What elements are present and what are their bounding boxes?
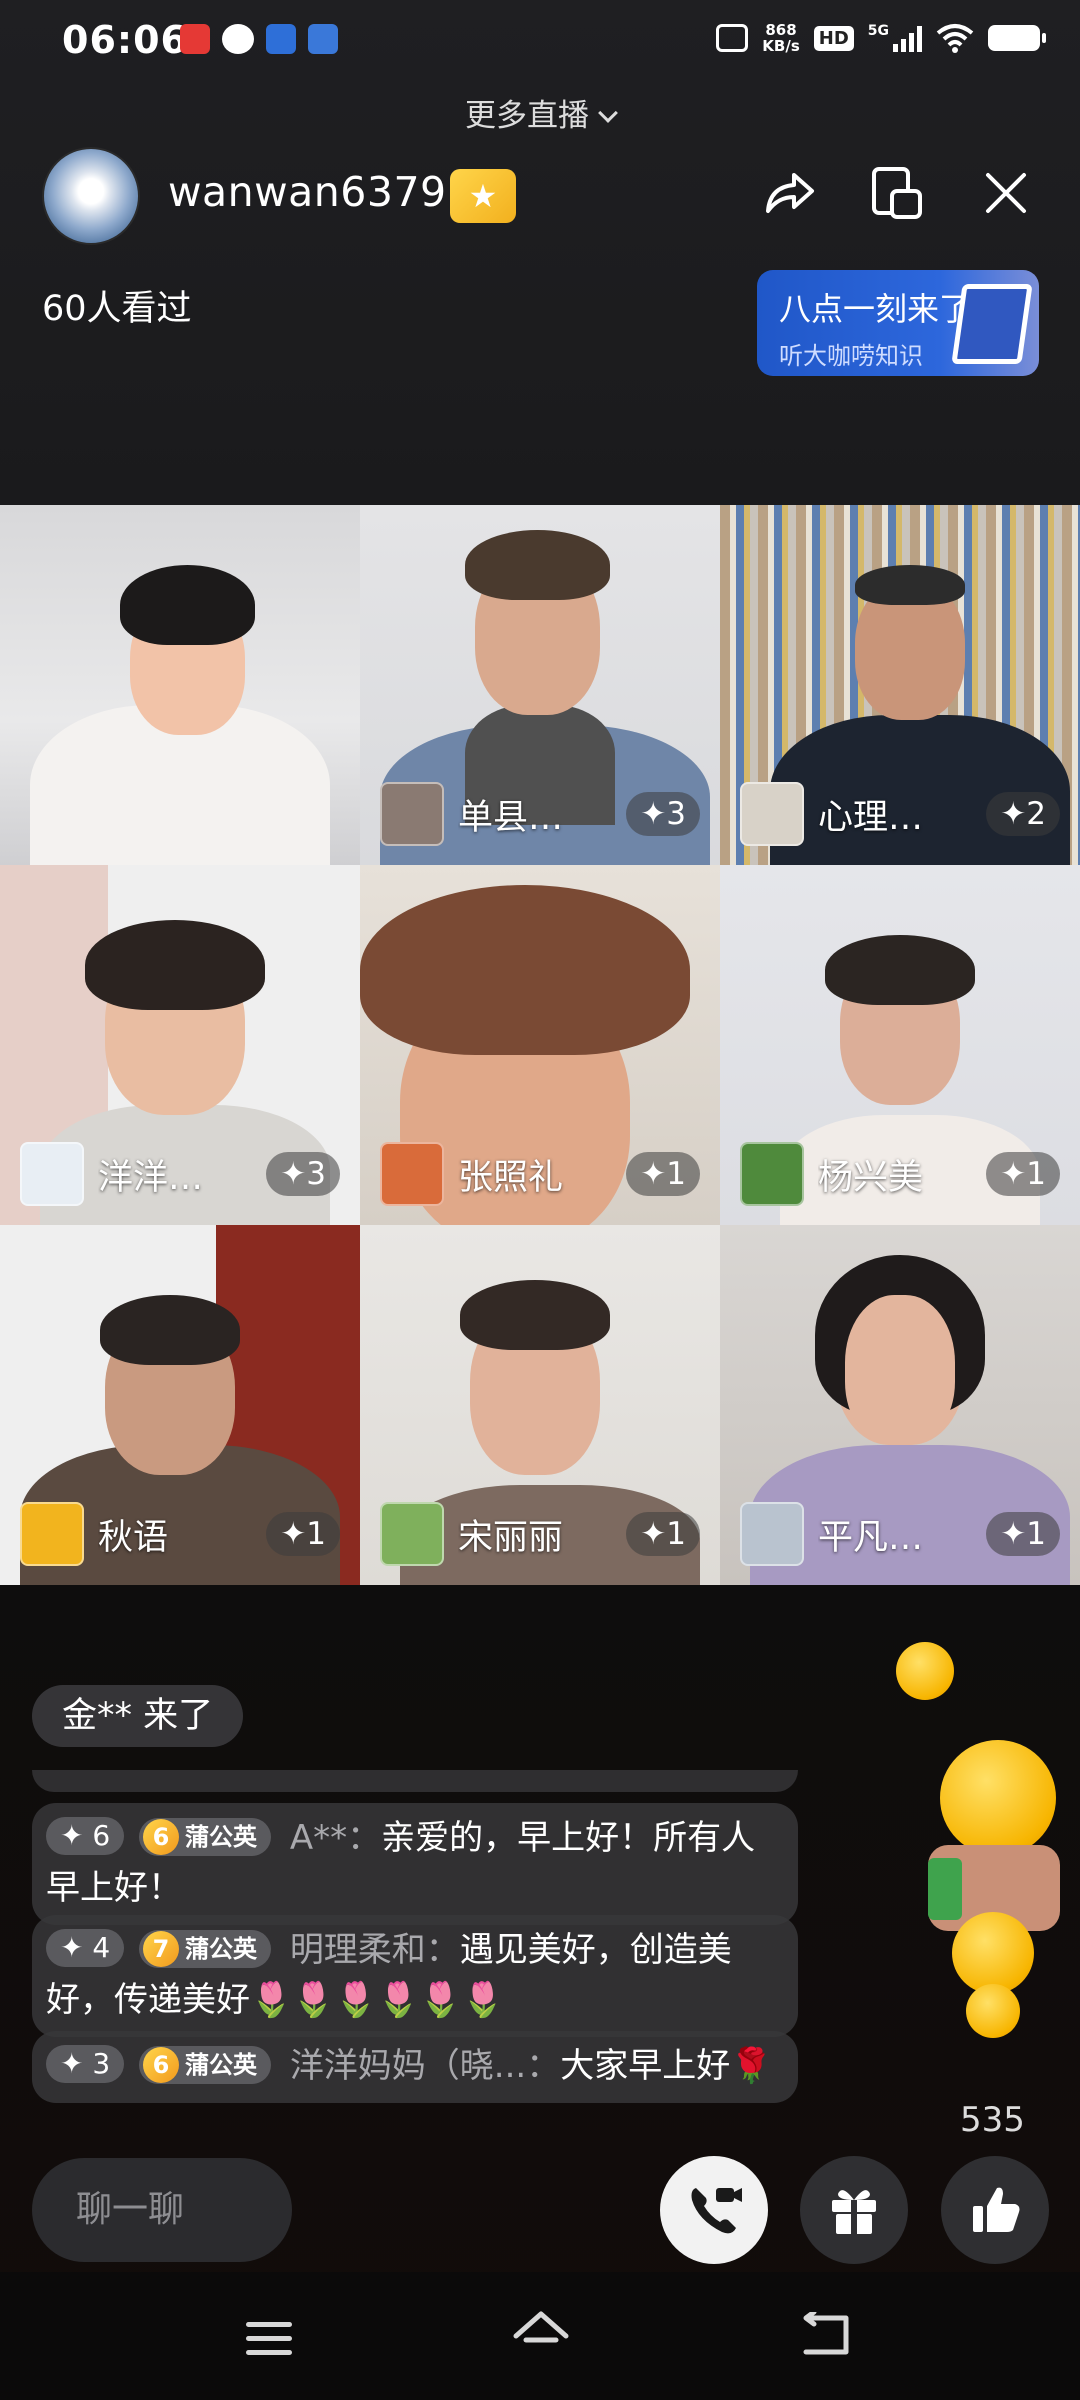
chat-message-partial (32, 1770, 798, 1792)
video-tile[interactable]: 秋语 ✦1 (0, 1225, 360, 1585)
participant-name: 秋语 (98, 1517, 169, 1558)
hd-icon: HD (813, 25, 854, 51)
user-level-badge: ✦ 3 (46, 2045, 125, 2083)
participant-score: ✦2 (986, 792, 1060, 836)
verified-badge-icon: ★ (450, 169, 516, 223)
video-tile[interactable]: 杨兴美 ✦1 (720, 865, 1080, 1225)
thinking-emoji-icon (952, 1912, 1034, 1994)
participant-name: 张照礼 (458, 1157, 564, 1198)
battery-icon (988, 25, 1046, 51)
back-nav-button[interactable] (800, 2309, 852, 2358)
video-app-icon (180, 24, 210, 54)
participant-avatar (740, 782, 804, 846)
chat-sender: 明理柔和： (289, 1930, 460, 1970)
more-live-dropdown[interactable]: 更多直播 (0, 90, 1080, 135)
home-nav-button[interactable] (512, 2310, 570, 2358)
chat-text: 大家早上好 (560, 2046, 731, 2086)
participant-score: ✦1 (626, 1152, 700, 1196)
host-avatar[interactable] (42, 147, 140, 245)
user-level-badge: ✦ 4 (46, 1929, 125, 1967)
participant-name: 单县… (458, 797, 564, 838)
participant-avatar (380, 1142, 444, 1206)
network-type: 5G (867, 23, 889, 39)
thumbs-up-icon (973, 2187, 1020, 2232)
thinking-emoji-icon (940, 1740, 1056, 1856)
promo-banner[interactable]: 八点一刻来了 听大咖唠知识 (757, 270, 1039, 376)
participant-avatar (740, 1142, 804, 1206)
video-tile[interactable]: 宋丽丽 ✦1 (360, 1225, 720, 1585)
back-icon (803, 2309, 849, 2355)
phone-video-icon (691, 2188, 742, 2234)
status-bar: 06:06 868 KB/s HD 5G (0, 0, 1080, 84)
message-icon (222, 24, 254, 54)
close-icon (986, 173, 1026, 213)
join-notice: 金** 来了 (32, 1685, 244, 1747)
participant-avatar (20, 1502, 84, 1566)
video-grid: 单县… ✦3 心理… ✦2 洋洋… ✦3 张照礼 ✦1 杨兴美 ✦1 秋语 ✦1… (0, 505, 1080, 1585)
participant-name: 心理… (818, 797, 924, 838)
chevron-down-icon (598, 103, 618, 123)
like-count: 535 (960, 2100, 1025, 2140)
video-tile[interactable]: 单县… ✦3 (360, 505, 720, 865)
share-icon (766, 173, 814, 213)
chat-sender: A**： (289, 1818, 382, 1858)
participant-name: 平凡… (818, 1517, 924, 1558)
notification-icons (180, 24, 338, 54)
host-username[interactable]: wanwan6379 (168, 168, 447, 216)
fan-club-badge: 6 蒲公英 (139, 1818, 271, 1856)
gift-icon (832, 2190, 876, 2234)
participant-score: ✦1 (266, 1512, 340, 1556)
signal-icon (893, 24, 922, 52)
participant-score: ✦3 (266, 1152, 340, 1196)
like-button[interactable] (941, 2156, 1049, 2264)
video-call-button[interactable] (660, 2156, 768, 2264)
participant-score: ✦3 (626, 792, 700, 836)
share-button[interactable] (760, 165, 816, 221)
menu-nav-button[interactable] (246, 2322, 292, 2364)
user-level-badge: ✦ 6 (46, 1817, 125, 1855)
chat-input[interactable]: 聊一聊 (32, 2158, 292, 2262)
clock: 06:06 (62, 18, 188, 62)
participant-avatar (740, 1502, 804, 1566)
participant-score: ✦1 (626, 1512, 700, 1556)
close-button[interactable] (978, 165, 1034, 221)
participant-score: ✦1 (986, 1512, 1060, 1556)
wifi-icon (936, 24, 974, 53)
surprised-emoji-icon (966, 1984, 1020, 2038)
network-speed: 868 KB/s (762, 21, 800, 55)
fan-club-badge: 6 蒲公英 (139, 2046, 271, 2084)
video-tile[interactable]: 平凡… ✦1 (720, 1225, 1080, 1585)
chat-message: ✦ 6 6 蒲公英 A**：亲爱的，早上好！所有人早上好！ (32, 1803, 798, 1925)
video-tile[interactable]: 洋洋… ✦3 (0, 865, 360, 1225)
home-icon (513, 2311, 569, 2343)
participant-name: 洋洋… (98, 1157, 204, 1198)
viewer-count: 60人看过 (42, 289, 192, 329)
surprised-emoji-icon (896, 1642, 954, 1700)
tv-app-icon (266, 24, 296, 54)
fan-club-badge: 7 蒲公英 (139, 1930, 271, 1968)
participant-avatar (20, 1142, 84, 1206)
status-right: 868 KB/s HD 5G (716, 21, 1046, 55)
promo-board-icon (951, 284, 1033, 364)
gift-button[interactable] (800, 2156, 908, 2264)
participant-avatar (380, 1502, 444, 1566)
participant-name: 杨兴美 (818, 1157, 924, 1198)
chat-message: ✦ 3 6 蒲公英 洋洋妈妈（晓...：大家早上好🌹 (32, 2031, 798, 2103)
participant-name: 宋丽丽 (458, 1517, 564, 1558)
baidu-app-icon (308, 24, 338, 54)
video-tile[interactable]: 心理… ✦2 (720, 505, 1080, 865)
video-tile[interactable]: 张照礼 ✦1 (360, 865, 720, 1225)
picture-in-picture-icon (872, 167, 922, 219)
float-window-button[interactable] (868, 165, 924, 221)
green-sleeve-icon (928, 1858, 962, 1920)
rose-emoji: 🌹 (730, 2046, 773, 2086)
video-tile-host[interactable] (0, 505, 360, 865)
chat-sender: 洋洋妈妈（晓...： (289, 2046, 561, 2086)
camera-icon (716, 24, 749, 52)
tulip-emoji: 🌷🌷🌷🌷🌷🌷 (250, 1980, 505, 2020)
participant-avatar (380, 782, 444, 846)
participant-score: ✦1 (986, 1152, 1060, 1196)
chat-message: ✦ 4 7 蒲公英 明理柔和：遇见美好，创造美好，传递美好🌷🌷🌷🌷🌷🌷 (32, 1915, 798, 2037)
